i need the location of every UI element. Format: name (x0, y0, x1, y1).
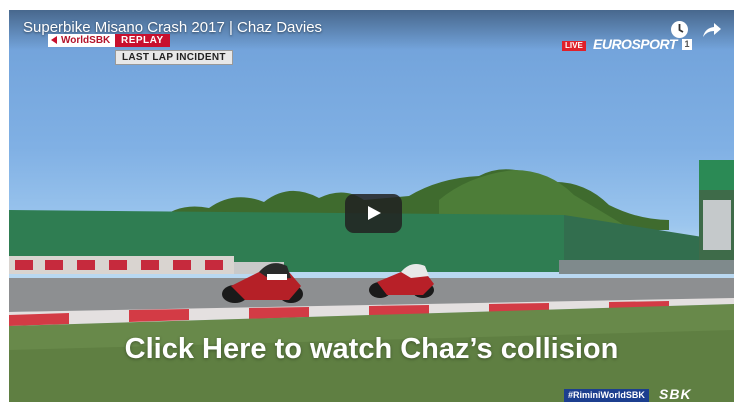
share-arrow-icon[interactable] (702, 20, 722, 39)
series-tag: WorldSBK (48, 34, 116, 47)
channel-number: 1 (682, 39, 692, 50)
video-player[interactable]: Superbike Misano Crash 2017 | Chaz Davie… (9, 10, 734, 402)
replay-tag: REPLAY (115, 34, 170, 47)
incident-tag: LAST LAP INCIDENT (115, 50, 233, 65)
live-badge: LIVE (562, 41, 586, 51)
embed-frame: Superbike Misano Crash 2017 | Chaz Davie… (0, 0, 741, 412)
brand-logo: SBK (659, 386, 692, 402)
hashtag-badge: #RiminiWorldSBK (564, 389, 649, 402)
channel-logo: EUROSPORT (593, 36, 677, 52)
play-icon[interactable] (345, 194, 402, 233)
call-to-action-caption[interactable]: Click Here to watch Chaz’s collision (9, 333, 734, 366)
